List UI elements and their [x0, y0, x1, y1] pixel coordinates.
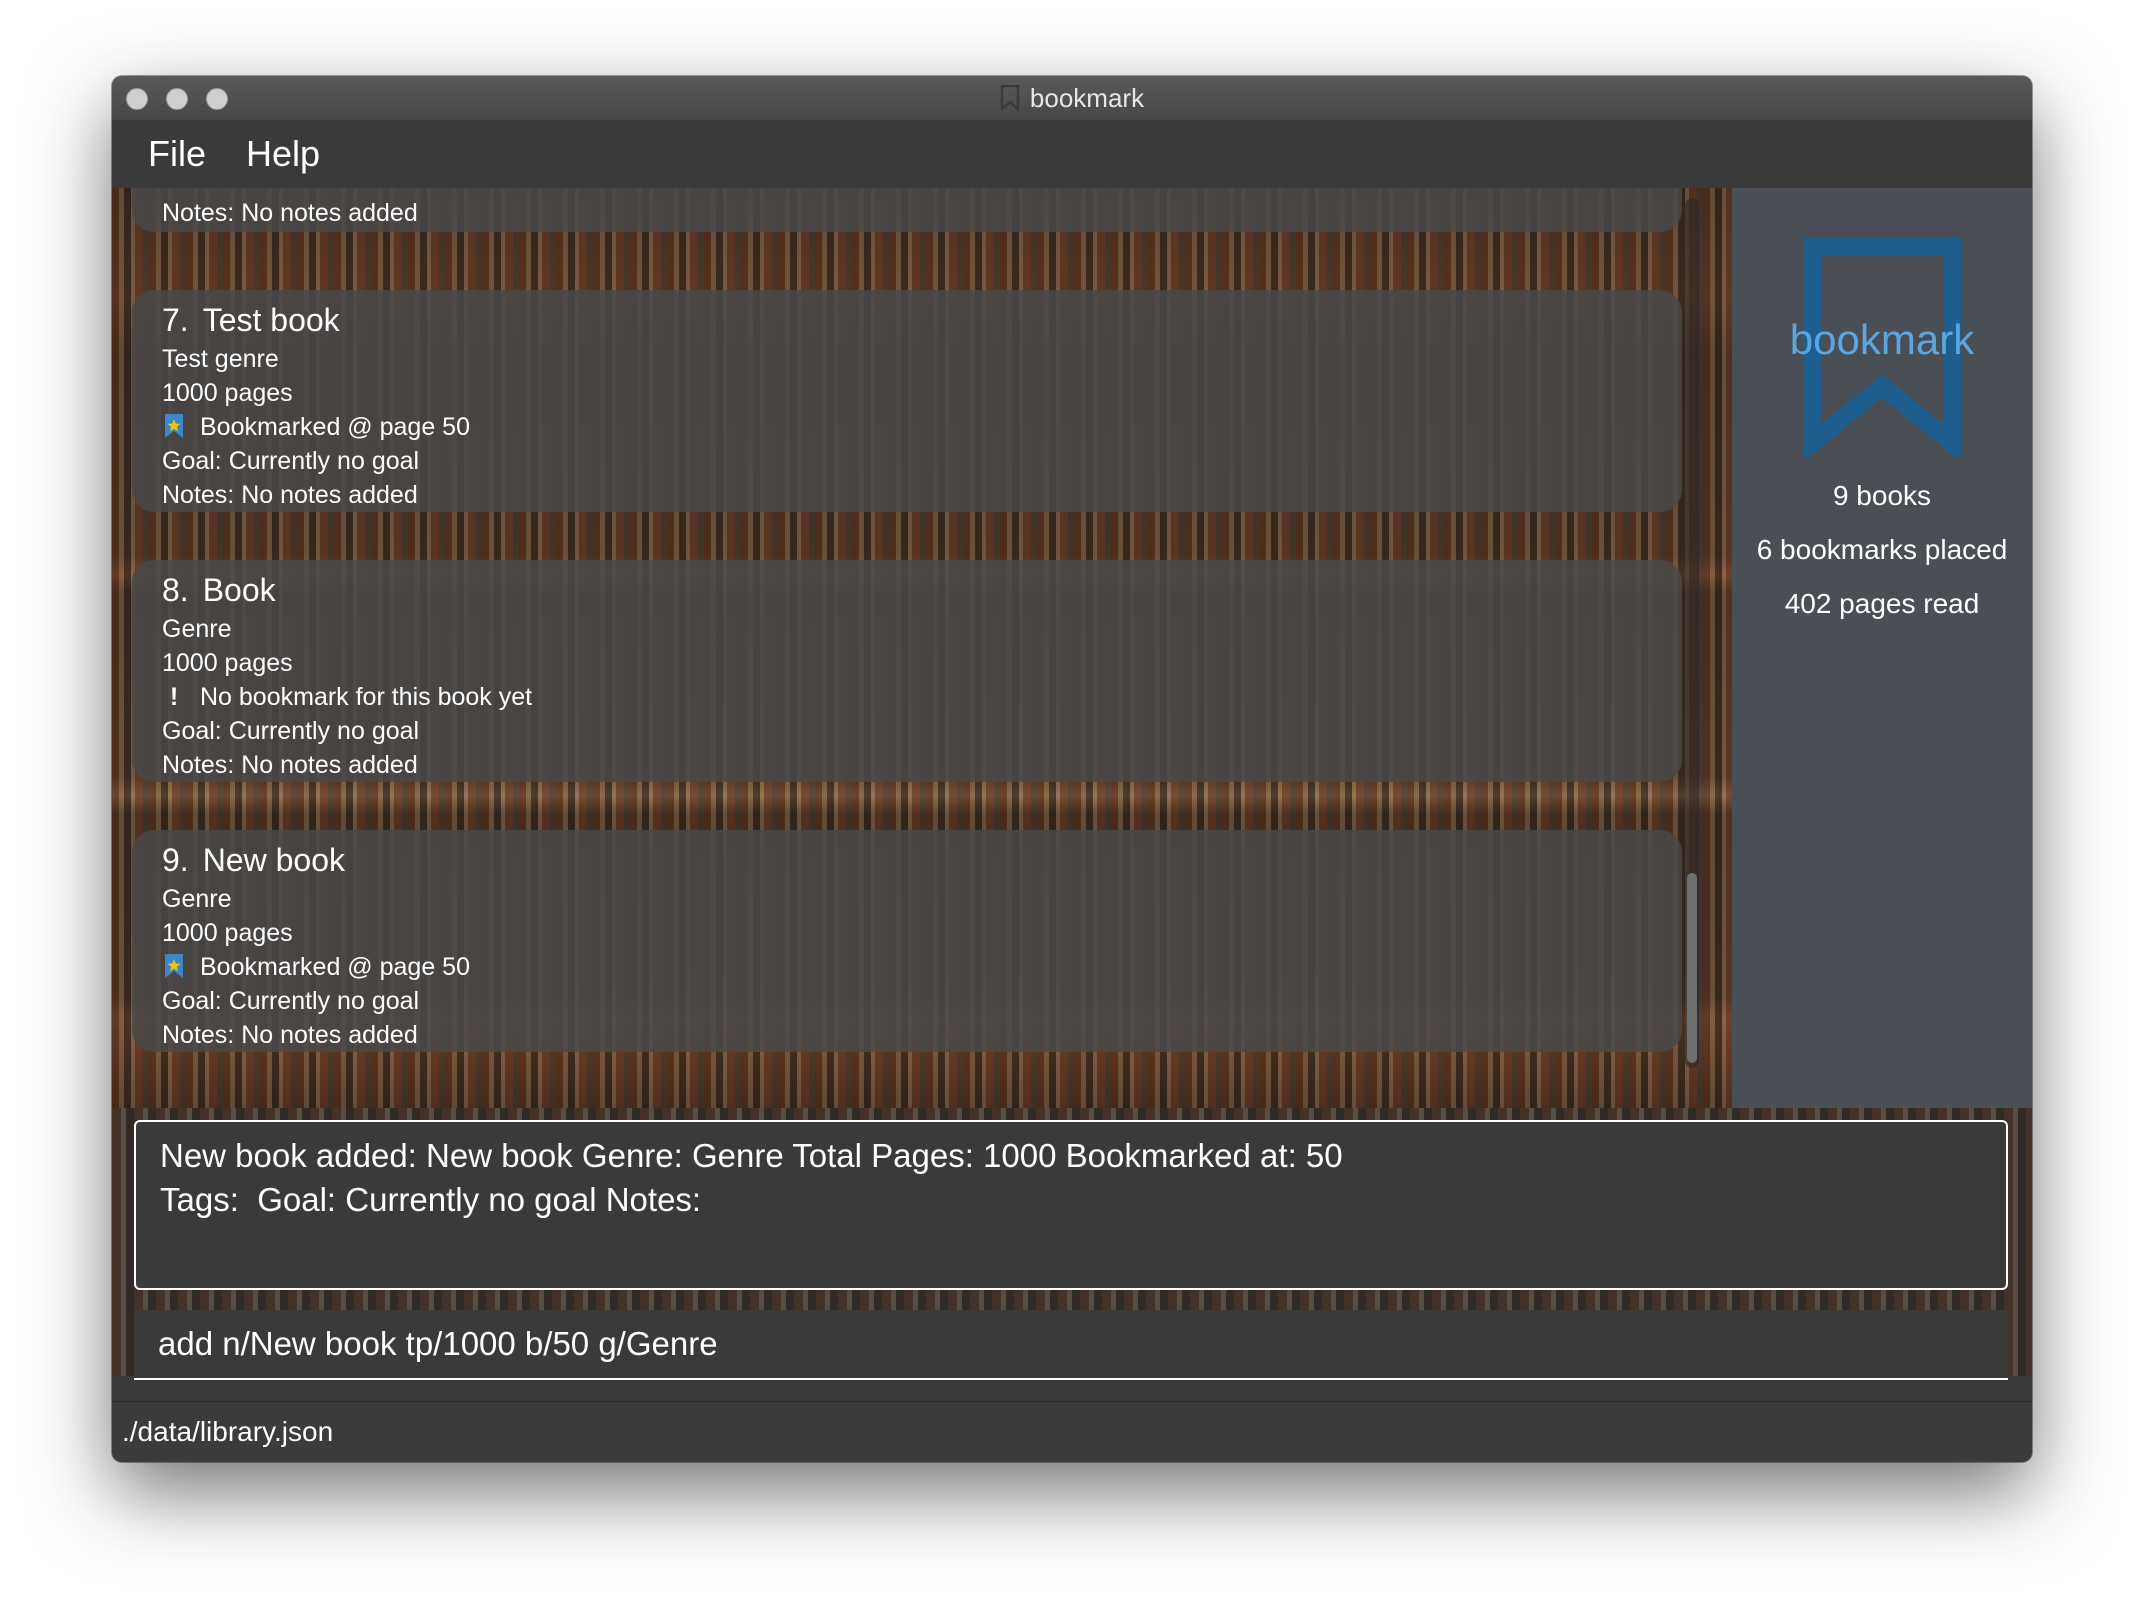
- status-bar: ./data/library.json: [112, 1401, 2032, 1462]
- command-input[interactable]: add n/New book tp/1000 b/50 g/Genre: [134, 1310, 2008, 1380]
- book-goal: Goal: Currently no goal: [162, 987, 420, 1015]
- book-pages: 1000 pages: [162, 919, 293, 947]
- book-title-row: 7. Test book: [162, 300, 1682, 340]
- book-genre: Genre: [162, 885, 232, 913]
- bookmarks-count: 6 bookmarks placed: [1756, 534, 2008, 565]
- list-scrollbar-thumb[interactable]: [1687, 873, 1697, 1063]
- book-genre: Test genre: [162, 345, 279, 373]
- result-line-1: New book added: New book Genre: Genre To…: [160, 1137, 1343, 1174]
- book-title-row: 9. New book: [162, 840, 1682, 880]
- result-area: New book added: New book Genre: Genre To…: [112, 1108, 2032, 1380]
- menu-file[interactable]: File: [148, 133, 206, 175]
- menu-bar: File Help: [112, 120, 2032, 188]
- book-card-partial[interactable]: Notes: No notes added: [132, 188, 1682, 232]
- book-title-row: 8. Book: [162, 570, 1682, 610]
- book-index: 8.: [162, 572, 189, 608]
- book-bookmark-row: ! No bookmark for this book yet: [162, 680, 1682, 714]
- book-notes: Notes: No notes added: [162, 481, 418, 509]
- exclamation-icon: !: [169, 683, 179, 711]
- book-bookmark: Bookmarked @ page 50: [200, 413, 470, 441]
- window-title: bookmark: [112, 76, 2032, 120]
- data-file-path: ./data/library.json: [122, 1416, 334, 1447]
- book-index: 9.: [162, 842, 189, 878]
- book-title: New book: [202, 842, 345, 878]
- book-genre: Genre: [162, 615, 232, 643]
- book-pages: 1000 pages: [162, 649, 293, 677]
- pages-read-count: 402 pages read: [1784, 588, 1980, 619]
- book-notes: Notes: No notes added: [162, 751, 418, 779]
- book-bookmark: No bookmark for this book yet: [200, 683, 533, 711]
- books-count: 9 books: [1832, 480, 1932, 511]
- bookmark-app-icon: [1000, 85, 1020, 111]
- book-title: Test book: [202, 302, 340, 338]
- book-list[interactable]: Notes: No notes added 7. Test book Test g…: [132, 188, 1702, 1108]
- book-card-8[interactable]: 8. Book Genre 1000 pages ! No bookmark for…: [132, 560, 1682, 782]
- book-notes: Notes: No notes added: [162, 1021, 418, 1049]
- book-card-9[interactable]: 9. New book Genre 1000 pages Bookmarked @…: [132, 830, 1682, 1052]
- result-display[interactable]: New book added: New book Genre: Genre To…: [134, 1120, 2008, 1290]
- book-notes: Notes: No notes added: [162, 199, 418, 227]
- menu-help[interactable]: Help: [246, 133, 320, 175]
- result-line-2: Tags: Goal: Currently no goal Notes:: [160, 1181, 702, 1218]
- book-bookmark-row: Bookmarked @ page 50: [162, 950, 1682, 984]
- book-bookmark: Bookmarked @ page 50: [200, 953, 470, 981]
- book-card-7[interactable]: 7. Test book Test genre 1000 pages Bookma…: [132, 290, 1682, 512]
- app-window: bookmark File Help Notes: No notes added…: [112, 76, 2032, 1462]
- bookmark-star-icon: [165, 414, 183, 438]
- book-list-area: Notes: No notes added 7. Test book Test g…: [112, 188, 1732, 1108]
- window-title-text: bookmark: [1029, 82, 1145, 113]
- bookmark-star-icon: [165, 954, 183, 978]
- title-bar[interactable]: bookmark: [112, 76, 2032, 121]
- book-goal: Goal: Currently no goal: [162, 717, 420, 745]
- book-pages: 1000 pages: [162, 379, 293, 407]
- logo-text: bookmark: [1789, 316, 1975, 363]
- book-bookmark-row: Bookmarked @ page 50: [162, 410, 1682, 444]
- book-title: Book: [202, 572, 276, 608]
- summary-panel: bookmark 9 books 6 bookmarks placed 402 …: [1732, 188, 2032, 1108]
- book-goal: Goal: Currently no goal: [162, 447, 420, 475]
- book-index: 7.: [162, 302, 189, 338]
